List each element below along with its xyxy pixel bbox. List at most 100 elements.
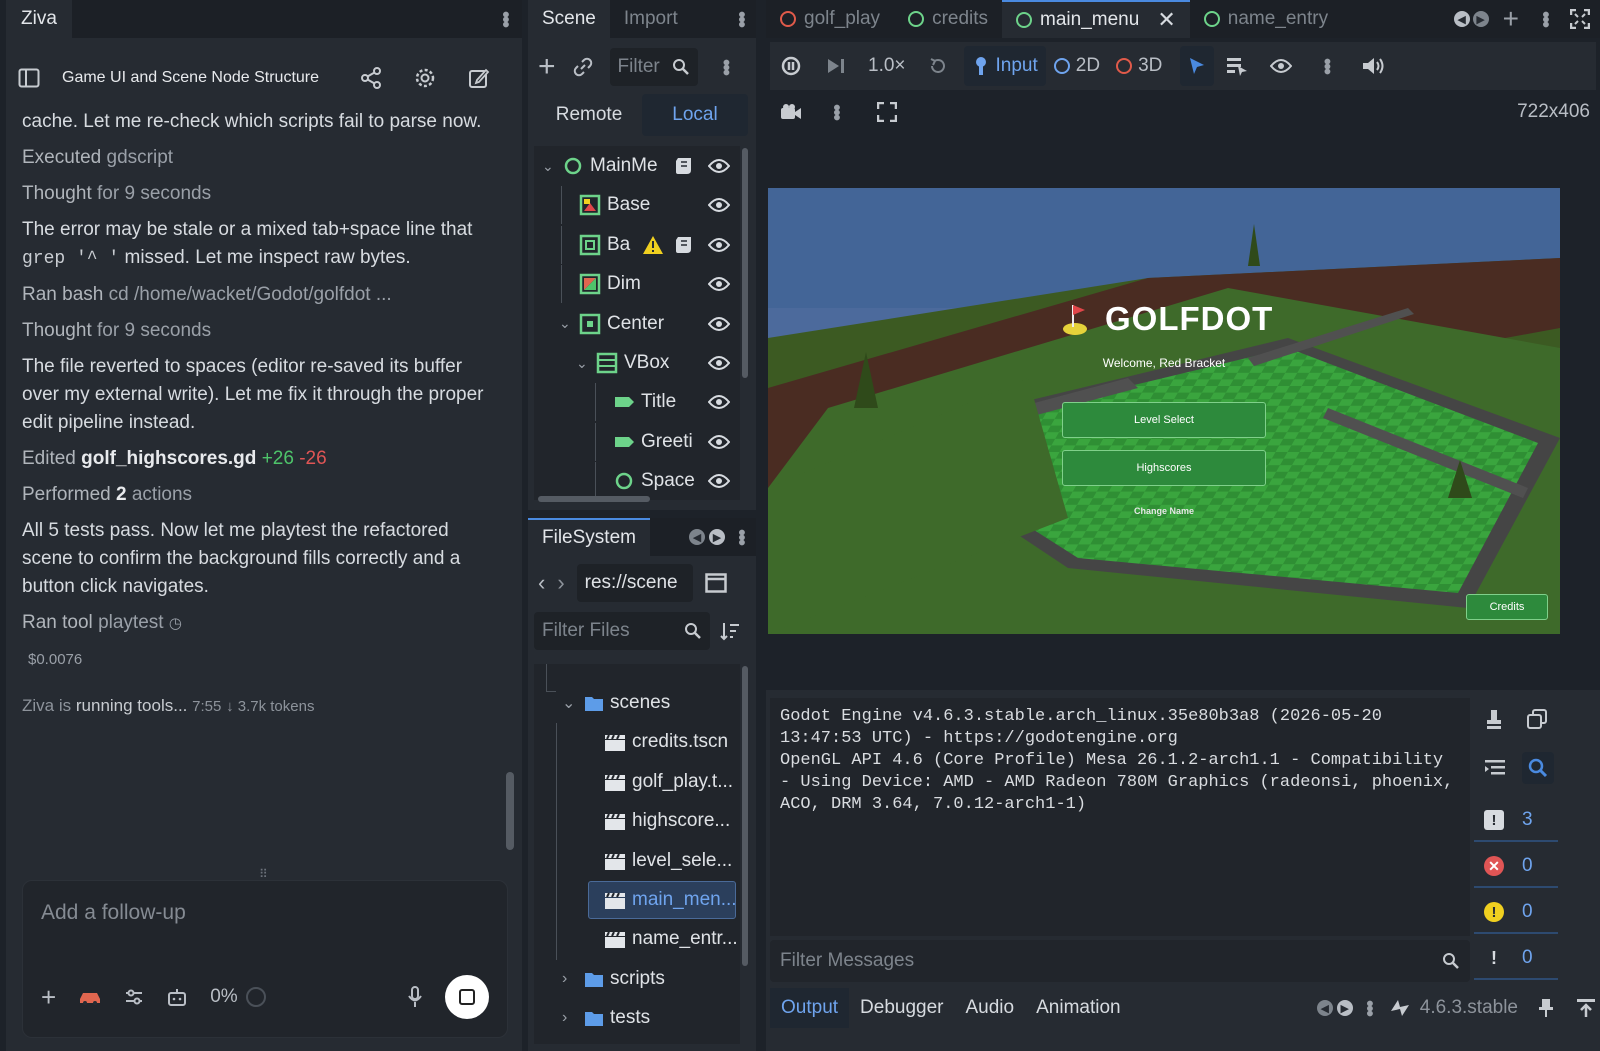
file-item[interactable]: name_entr... <box>534 920 740 961</box>
reset-speed-icon[interactable] <box>928 56 948 76</box>
scene-tree-scrollbar[interactable] <box>742 148 748 378</box>
tool-step[interactable]: Ran tool playtest ◷ <box>22 609 492 638</box>
plus-icon[interactable]: + <box>41 982 56 1013</box>
script-icon[interactable] <box>674 235 694 255</box>
speaker-icon[interactable] <box>1361 56 1385 76</box>
filter-warnings-badge[interactable]: ! 0 <box>1474 892 1558 934</box>
chat-step[interactable]: Ran bash cd /home/wacket/Godot/golfdot .… <box>22 281 492 309</box>
chevron-right-icon[interactable]: › <box>562 1009 567 1027</box>
scene-node[interactable]: ⌄ VBox <box>534 344 740 382</box>
remote-button[interactable]: Remote <box>536 94 642 136</box>
update-icon[interactable] <box>1390 999 1410 1017</box>
visibility-eye-icon[interactable] <box>708 434 730 450</box>
actions-step[interactable]: Performed 2 actions <box>22 481 492 509</box>
share-icon[interactable] <box>360 67 382 89</box>
visibility-eye-icon[interactable] <box>708 394 730 410</box>
bottom-menu-icon[interactable]: ••• <box>1357 1000 1380 1015</box>
followup-input[interactable]: Add a follow-up <box>41 901 186 925</box>
folder-item[interactable]: › tests <box>534 999 740 1037</box>
select-mode-button[interactable] <box>1180 46 1215 86</box>
collapse-lines-icon[interactable] <box>1484 758 1506 778</box>
game-menu-icon[interactable]: ••• <box>1314 58 1337 73</box>
prev-icon[interactable]: ◀ <box>689 529 705 545</box>
mode-2d-button[interactable]: 2D <box>1046 46 1108 86</box>
time-scale[interactable]: 1.0× <box>868 55 906 77</box>
scene-tab[interactable]: main_menu ✕ <box>1002 0 1190 38</box>
next-icon[interactable]: ▶ <box>709 529 725 545</box>
camera-menu-icon[interactable]: ••• <box>824 104 847 119</box>
stop-button[interactable] <box>445 975 489 1019</box>
copy-icon[interactable] <box>1526 708 1548 730</box>
file-item[interactable]: highscore... <box>534 802 740 843</box>
fs-menu-icon[interactable]: ••• <box>729 529 752 544</box>
folder-item[interactable]: ⌄ scenes <box>534 664 740 722</box>
scene-node[interactable]: Greeti <box>534 422 740 461</box>
visibility-icon[interactable] <box>1270 58 1293 74</box>
file-tree[interactable]: ⌄ scenes credits.tscn golf_play.t... highsco… <box>534 664 740 1044</box>
scene-tab[interactable]: name_entry <box>1190 0 1342 38</box>
distraction-free-icon[interactable] <box>1570 9 1590 29</box>
tab-scene[interactable]: Scene <box>528 0 610 38</box>
scene-tree[interactable]: ⌄ MainMe Base Ba Dim ⌄ Center ⌄ VBox Title Greeti S… <box>534 146 740 501</box>
next-frame-icon[interactable] <box>826 57 846 75</box>
filter-messages-input[interactable]: Filter Messages <box>770 940 1470 982</box>
sidebar-toggle-icon[interactable] <box>18 68 40 88</box>
scene-node[interactable]: Title <box>534 383 740 422</box>
script-icon[interactable] <box>674 156 694 176</box>
chat-scrollbar[interactable] <box>506 772 514 850</box>
add-scene-tab-icon[interactable]: + <box>1503 5 1519 33</box>
tab-ziva[interactable]: Ziva <box>6 0 72 38</box>
input-mode-button[interactable]: Input <box>963 46 1046 86</box>
file-tree-scrollbar[interactable] <box>742 666 748 966</box>
tab-debugger[interactable]: Debugger <box>849 997 954 1019</box>
credits-button[interactable]: Credits <box>1466 594 1548 620</box>
link-icon[interactable] <box>572 56 594 78</box>
output-log[interactable]: Godot Engine v4.6.3.stable.arch_linux.35… <box>770 698 1470 936</box>
filter-messages-badge[interactable]: ! 3 <box>1474 800 1558 842</box>
edit-step[interactable]: Edited golf_highscores.gd +26 -26 <box>22 445 492 473</box>
clear-output-icon[interactable] <box>1484 708 1504 730</box>
highscores-button[interactable]: Highscores <box>1062 450 1266 486</box>
followup-box[interactable]: ⠿ Add a follow-up + 0% <box>22 867 508 1038</box>
next-tab-icon[interactable]: ▶ <box>1472 11 1489 27</box>
file-item[interactable]: level_sele... <box>534 841 740 882</box>
warning-icon[interactable] <box>642 235 664 255</box>
car-icon[interactable] <box>78 989 102 1005</box>
scene-node[interactable]: Space <box>534 462 740 501</box>
forward-arrow-icon[interactable]: › <box>557 570 564 596</box>
search-output-icon[interactable] <box>1522 752 1554 784</box>
resize-handle-icon[interactable]: ⠿ <box>259 867 268 881</box>
scene-menu-icon[interactable]: ••• <box>729 11 752 26</box>
chat-step[interactable]: Thought for 9 seconds <box>22 317 492 345</box>
visibility-eye-icon[interactable] <box>708 355 730 371</box>
sort-icon[interactable] <box>720 621 740 641</box>
visibility-eye-icon[interactable] <box>708 276 730 292</box>
scene-tab[interactable]: credits <box>894 0 1002 38</box>
robot-icon[interactable] <box>166 987 188 1007</box>
gear-icon[interactable] <box>414 67 436 89</box>
change-name-link[interactable]: Change Name <box>768 506 1560 516</box>
chevron-down-icon[interactable]: ⌄ <box>562 693 575 713</box>
tab-nav-arrows[interactable]: ◀ ▶ <box>1453 11 1489 27</box>
list-select-icon[interactable] <box>1226 56 1248 76</box>
add-node-icon[interactable]: + <box>538 52 556 82</box>
expand-arrow-icon[interactable]: ⌄ <box>576 355 588 372</box>
camera-icon[interactable] <box>780 103 802 121</box>
filter-errors-badge[interactable]: ✕ 0 <box>1474 846 1558 888</box>
scene-tab[interactable]: golf_play <box>766 0 894 38</box>
expand-panel-icon[interactable] <box>1576 998 1596 1018</box>
filter-verbose-badge[interactable]: ǃ 0 <box>1474 938 1558 980</box>
expand-arrow-icon[interactable]: ⌄ <box>542 158 554 175</box>
ziva-menu-icon[interactable]: ••• <box>493 11 516 26</box>
game-viewport[interactable]: GOLFDOT Welcome, Red Bracket Level Selec… <box>768 188 1560 634</box>
pin-icon[interactable] <box>1538 998 1554 1018</box>
scene-filter-menu-icon[interactable]: ••• <box>714 59 737 74</box>
tab-import[interactable]: Import <box>610 0 692 38</box>
visibility-eye-icon[interactable] <box>708 237 730 253</box>
fs-filter-input[interactable]: Filter Files <box>534 612 710 650</box>
split-view-icon[interactable] <box>704 573 727 593</box>
level-select-button[interactable]: Level Select <box>1062 402 1266 438</box>
scene-tabs-menu-icon[interactable]: ••• <box>1533 11 1556 26</box>
scene-tree-hscrollbar[interactable] <box>538 496 650 502</box>
edited-file[interactable]: golf_highscores.gd <box>81 448 256 469</box>
